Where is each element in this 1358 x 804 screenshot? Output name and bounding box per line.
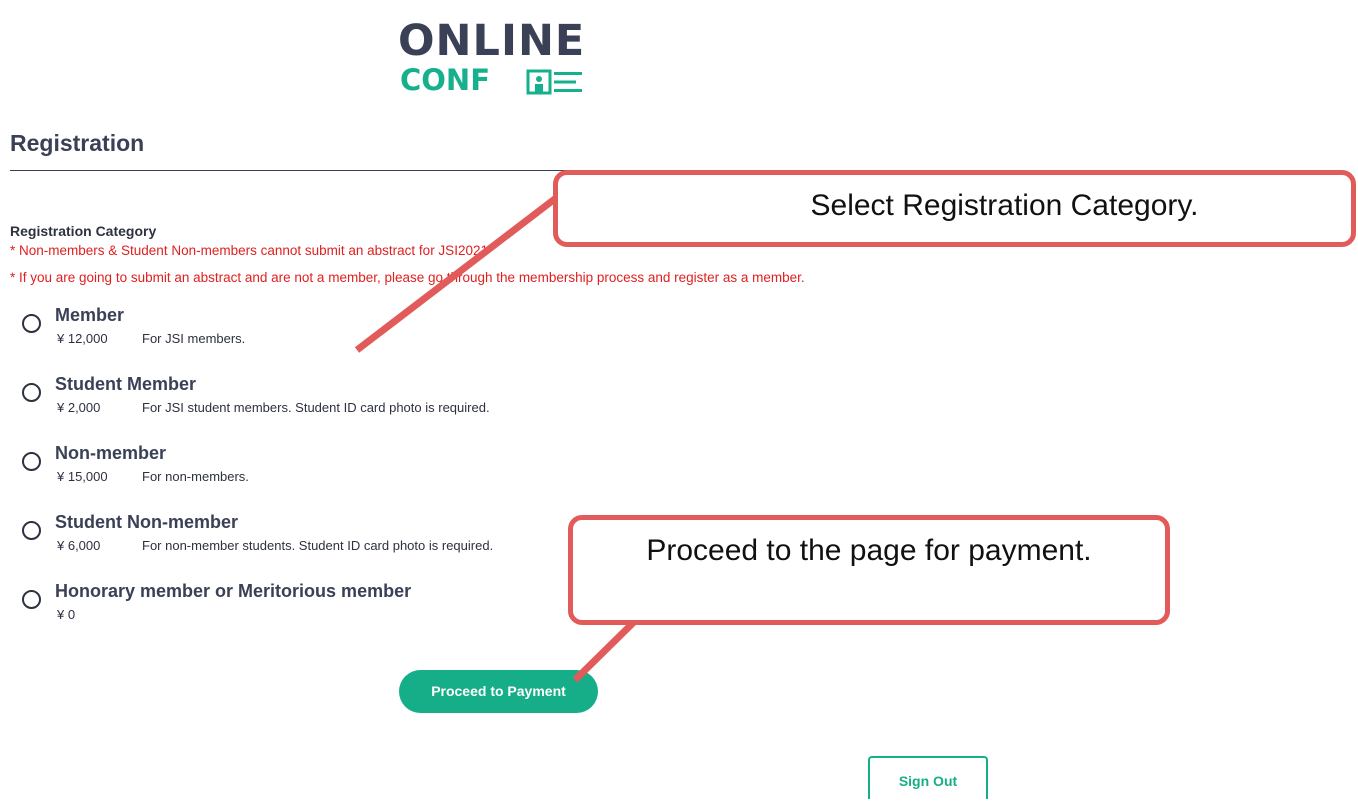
option-name: Member (55, 305, 125, 325)
option-name: Student Non-member (55, 512, 239, 532)
registration-category-label: Registration Category (10, 223, 157, 239)
callout-proceed-text: Proceed to the page for payment. (646, 534, 1092, 567)
online-conf-logo: ONLINE CONF (398, 18, 608, 98)
option-price: ¥ 2,000 (57, 400, 101, 415)
callout-select-text: Select Registration Category. (810, 189, 1199, 222)
radio-non-member[interactable] (22, 452, 41, 471)
option-price: ¥ 12,000 (57, 331, 108, 346)
logo-slide-icon (526, 69, 582, 95)
option-price: ¥ 6,000 (57, 538, 101, 553)
radio-member[interactable] (22, 314, 41, 333)
callout-select-category: Select Registration Category. (553, 170, 1356, 247)
notice-abstract-restriction: * Non-members & Student Non-members cann… (10, 243, 488, 258)
option-description: For JSI student members. Student ID card… (142, 400, 490, 415)
sign-out-button[interactable]: Sign Out (868, 756, 988, 799)
radio-honorary-member[interactable] (22, 590, 41, 609)
proceed-to-payment-button[interactable]: Proceed to Payment (399, 670, 598, 713)
radio-student-member[interactable] (22, 383, 41, 402)
option-name: Honorary member or Meritorious member (55, 581, 412, 601)
page-title: Registration (10, 130, 145, 156)
logo-bottom-text: CONF (400, 63, 491, 97)
option-price: ¥ 15,000 (57, 469, 108, 484)
logo-top-text: ONLINE (398, 16, 586, 66)
option-name: Non-member (55, 443, 167, 463)
option-description: For non-members. (142, 469, 249, 484)
radio-student-non-member[interactable] (22, 521, 41, 540)
option-price: ¥ 0 (57, 607, 76, 622)
callout-proceed-payment: Proceed to the page for payment. (568, 515, 1170, 625)
title-divider (10, 170, 570, 171)
option-description: For non-member students. Student ID card… (142, 538, 494, 553)
option-description: For JSI members. (142, 331, 246, 346)
option-name: Student Member (55, 374, 197, 394)
notice-membership-process: * If you are going to submit an abstract… (10, 270, 805, 285)
